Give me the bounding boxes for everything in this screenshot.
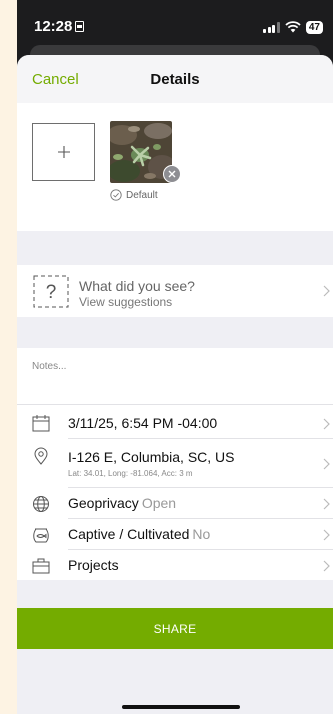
geoprivacy-value: Open: [141, 495, 177, 511]
status-icons: 47: [263, 20, 323, 34]
chevron-right-icon: [323, 560, 330, 572]
coordinates-text: Lat: 34.01, Long: -81.064, Acc: 3 m: [68, 469, 193, 478]
svg-text:?: ?: [46, 282, 57, 303]
chevron-right-icon: [323, 529, 330, 541]
captive-label: Captive / Cultivated: [68, 526, 190, 542]
chevron-right-icon: [323, 418, 330, 430]
home-indicator: [122, 705, 240, 709]
geoprivacy-row[interactable]: Geoprivacy Open: [17, 488, 333, 519]
captive-value: No: [192, 526, 211, 542]
location-row[interactable]: I-126 E, Columbia, SC, US Lat: 34.01, Lo…: [17, 439, 333, 488]
chevron-right-icon: [323, 498, 330, 510]
view-suggestions-link[interactable]: View suggestions: [79, 295, 172, 309]
calendar-icon: [32, 415, 50, 432]
taxon-prompt: What did you see?: [79, 278, 195, 294]
geoprivacy-label: Geoprivacy: [68, 495, 139, 511]
details-list: 3/11/25, 6:54 PM -04:00 I-126 E, Columbi…: [17, 405, 333, 580]
identify-taxon-row[interactable]: ? What did you see? View suggestions: [17, 265, 333, 317]
phone-screen: 12:28 47 Cancel Details Default ? What d…: [17, 0, 333, 714]
signal-icon: [263, 21, 280, 33]
notes-field[interactable]: Notes...: [17, 348, 333, 405]
location-pin-icon: [34, 447, 48, 465]
location-label: I-126 E, Columbia, SC, US: [68, 449, 235, 465]
chevron-right-icon: [323, 458, 330, 470]
default-photo-indicator[interactable]: Default: [110, 188, 158, 202]
id-card-icon: [75, 21, 85, 32]
share-button[interactable]: SHARE: [17, 608, 333, 649]
battery-indicator: 47: [305, 20, 323, 34]
notes-placeholder: Notes...: [32, 361, 67, 372]
status-bar: 12:28 47: [17, 0, 333, 44]
chevron-right-icon: [323, 285, 330, 297]
date-row[interactable]: 3/11/25, 6:54 PM -04:00: [17, 405, 333, 439]
captive-row[interactable]: Captive / Cultivated No: [17, 519, 333, 550]
check-circle-icon: [110, 189, 122, 201]
fishbowl-icon: [33, 528, 49, 543]
question-box-icon: ?: [33, 275, 69, 308]
remove-photo-button[interactable]: [163, 165, 181, 183]
photo-section: Default: [17, 103, 333, 231]
globe-icon: [33, 496, 49, 512]
projects-row[interactable]: Projects: [17, 550, 333, 580]
nav-bar: Cancel Details: [17, 55, 333, 103]
close-icon: [168, 170, 176, 178]
add-photo-button[interactable]: [32, 123, 95, 181]
briefcase-icon: [32, 558, 50, 574]
plus-icon: [57, 146, 70, 158]
status-time: 12:28: [34, 18, 85, 35]
details-sheet: Cancel Details Default ? What did you se…: [17, 55, 333, 714]
wifi-icon: [285, 21, 301, 33]
date-label: 3/11/25, 6:54 PM -04:00: [68, 415, 218, 431]
projects-label: Projects: [68, 557, 119, 573]
cancel-button[interactable]: Cancel: [32, 71, 79, 88]
